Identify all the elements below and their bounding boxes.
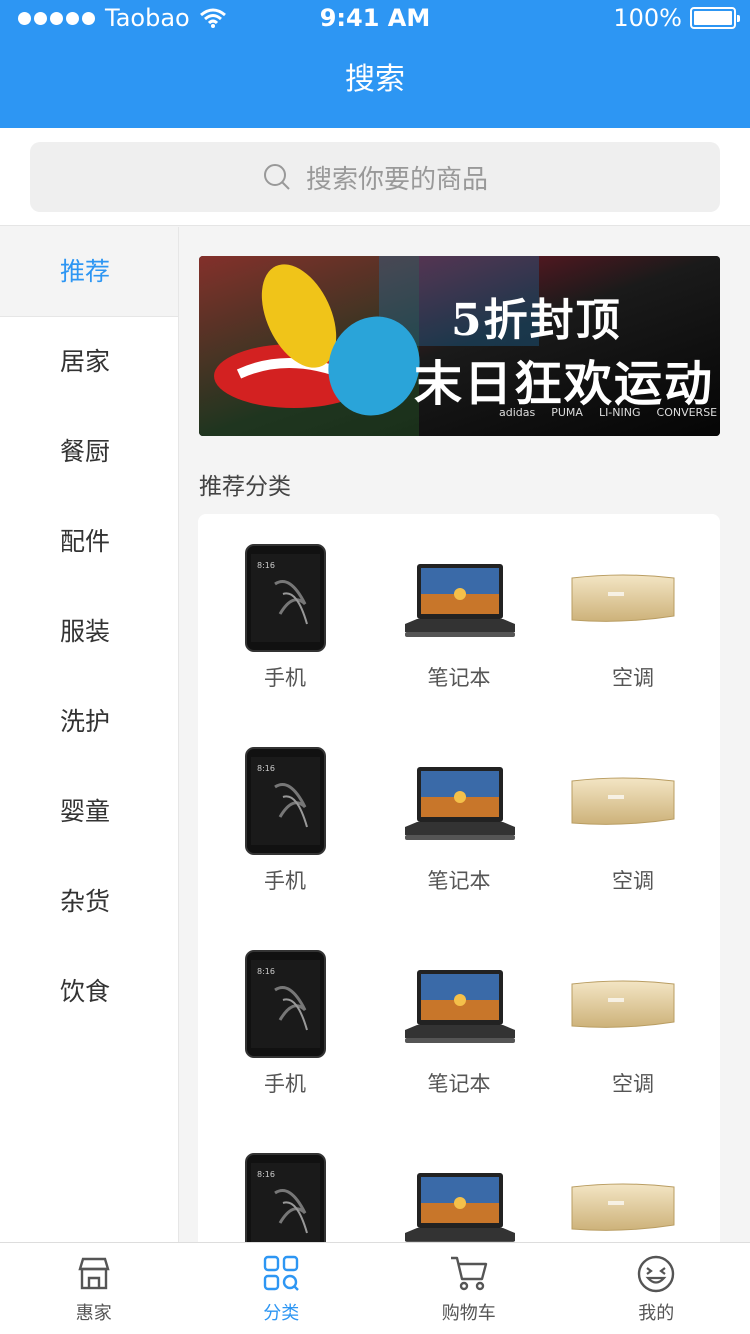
category-cell[interactable]: 8:16	[198, 1123, 372, 1242]
tab-label: 我的	[638, 1303, 675, 1324]
air-conditioner-image	[568, 572, 678, 630]
banner-text-line2: 末日狂欢运动	[414, 356, 715, 412]
sidebar-item-care[interactable]: 洗护	[0, 677, 178, 767]
category-sidebar: 推荐 居家 餐厨 配件 服装 洗护 婴童 杂货 饮食	[0, 227, 179, 1242]
cart-icon	[450, 1256, 487, 1291]
brand-logo: PUMA	[551, 406, 583, 419]
category-label: 手机	[264, 666, 306, 690]
category-cell[interactable]: 空调	[546, 920, 720, 1123]
sidebar-item-kitchen[interactable]: 餐厨	[0, 407, 178, 497]
air-conditioner-image	[568, 1181, 678, 1239]
category-label: 笔记本	[427, 1072, 491, 1096]
brand-logo: adidas	[499, 406, 536, 419]
brand-logo: CONVERSE	[656, 406, 718, 419]
face-icon	[638, 1255, 675, 1293]
sidebar-item-goods[interactable]: 杂货	[0, 857, 178, 947]
laptop-image	[401, 1171, 519, 1242]
sidebar-item-food[interactable]: 饮食	[0, 947, 178, 1037]
search-icon	[263, 164, 290, 190]
tab-label: 惠家	[75, 1303, 112, 1324]
laptop-image	[401, 562, 519, 640]
phone-image: 8:16	[245, 747, 326, 855]
header: Taobao 9:41 AM 100% 搜索	[0, 0, 750, 128]
shop-icon	[78, 1257, 110, 1290]
category-label: 空调	[612, 666, 654, 690]
svg-text:8:16: 8:16	[257, 1170, 275, 1179]
category-label: 空调	[612, 1072, 654, 1096]
category-cell[interactable]: 空调	[546, 717, 720, 920]
status-bar: Taobao 9:41 AM 100%	[0, 0, 750, 36]
category-cell[interactable]	[546, 1123, 720, 1242]
tab-label: 购物车	[441, 1303, 496, 1324]
sidebar-item-baby[interactable]: 婴童	[0, 767, 178, 857]
sidebar-item-clothing[interactable]: 服装	[0, 587, 178, 677]
svg-text:8:16: 8:16	[257, 561, 275, 570]
air-conditioner-image	[568, 978, 678, 1036]
banner-brand-logos: adidas PUMA LI-NING CONVERSE	[499, 406, 717, 419]
category-grid: 8:16 手机 笔记本 空调 8:16 手机 笔记本 空调 8:16 手机 笔记本 空调 8:16	[198, 514, 720, 1242]
category-cell[interactable]: 空调	[546, 514, 720, 717]
laptop-image	[401, 968, 519, 1046]
phone-image: 8:16	[245, 1153, 326, 1242]
battery-percent: 100%	[613, 4, 682, 32]
status-right: 100%	[613, 4, 740, 32]
search-placeholder: 搜索你要的商品	[305, 164, 488, 195]
tab-cart[interactable]: 购物车	[375, 1243, 563, 1334]
banner-text-line1: 5折封顶	[451, 295, 622, 346]
category-label: 笔记本	[427, 666, 491, 690]
section-title: 推荐分类	[199, 474, 291, 500]
page-title: 搜索	[345, 62, 405, 97]
category-label: 笔记本	[427, 869, 491, 893]
laptop-image	[401, 765, 519, 843]
category-cell[interactable]: 8:16 手机	[198, 920, 372, 1123]
phone-image: 8:16	[245, 544, 326, 652]
tab-bar: 惠家 分类 购物车 我的	[0, 1242, 750, 1334]
phone-image: 8:16	[245, 950, 326, 1058]
search-input[interactable]: 搜索你要的商品	[30, 142, 720, 212]
tab-home[interactable]: 惠家	[0, 1243, 188, 1334]
tab-category[interactable]: 分类	[188, 1243, 376, 1334]
category-label: 手机	[264, 869, 306, 893]
grid-search-icon	[264, 1255, 300, 1291]
category-cell[interactable]: 笔记本	[372, 920, 546, 1123]
tab-label: 分类	[263, 1303, 300, 1324]
svg-text:8:16: 8:16	[257, 967, 275, 976]
category-label: 空调	[612, 869, 654, 893]
svg-text:8:16: 8:16	[257, 764, 275, 773]
sidebar-item-home[interactable]: 居家	[0, 317, 178, 407]
sidebar-item-recommend[interactable]: 推荐	[0, 227, 178, 317]
promo-banner[interactable]: 5折封顶 末日狂欢运动 adidas PUMA LI-NING CONVERSE	[199, 256, 720, 436]
category-label: 手机	[264, 1072, 306, 1096]
tab-profile[interactable]: 我的	[563, 1243, 750, 1334]
category-cell[interactable]: 8:16 手机	[198, 717, 372, 920]
category-cell[interactable]	[372, 1123, 546, 1242]
air-conditioner-image	[568, 775, 678, 833]
category-cell[interactable]: 8:16 手机	[198, 514, 372, 717]
search-bar: 搜索你要的商品	[0, 128, 750, 226]
category-cell[interactable]: 笔记本	[372, 514, 546, 717]
sidebar-item-accessories[interactable]: 配件	[0, 497, 178, 587]
battery-icon	[690, 7, 740, 29]
category-cell[interactable]: 笔记本	[372, 717, 546, 920]
main-content: 5折封顶 末日狂欢运动 adidas PUMA LI-NING CONVERSE…	[179, 227, 750, 1242]
brand-logo: LI-NING	[598, 406, 641, 419]
